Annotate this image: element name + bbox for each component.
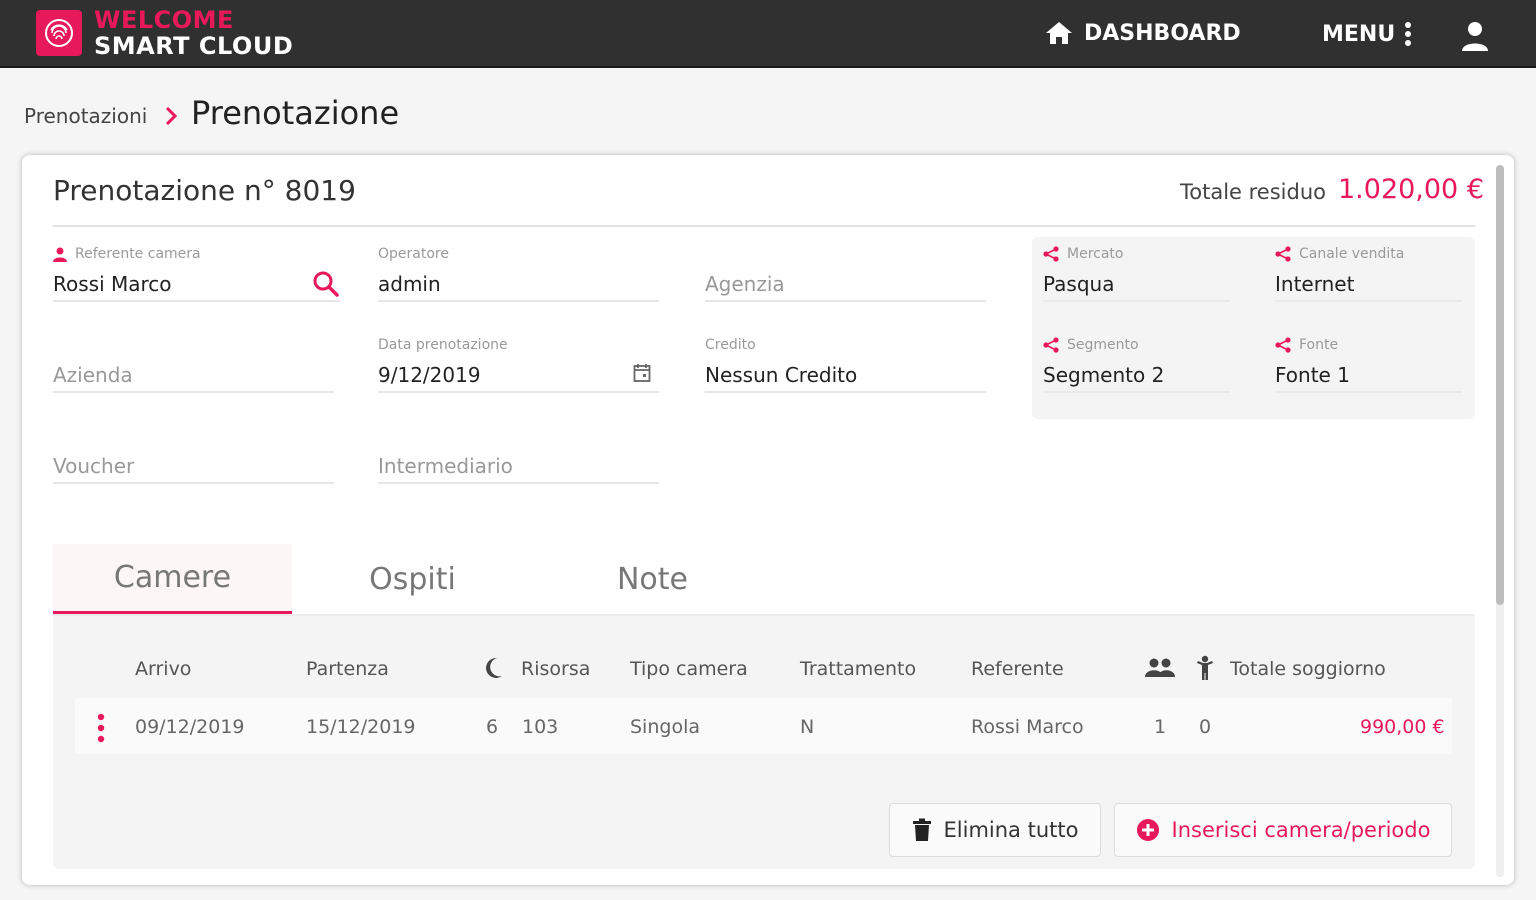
insert-room-period-label: Inserisci camera/periodo bbox=[1171, 818, 1431, 842]
voucher-placeholder: Voucher bbox=[53, 454, 135, 478]
cell-bambini: 0 bbox=[1199, 716, 1212, 738]
azienda-placeholder: Azienda bbox=[53, 363, 133, 387]
breadcrumb-parent-link[interactable]: Prenotazioni bbox=[24, 104, 147, 128]
total-remaining-label: Totale residuo bbox=[1180, 180, 1326, 204]
referente-camera-field[interactable]: Referente camera Rossi Marco bbox=[53, 240, 340, 302]
share-icon bbox=[1043, 337, 1059, 353]
user-account-icon[interactable] bbox=[1460, 20, 1490, 56]
data-prenotazione-value[interactable]: 9/12/2019 bbox=[378, 363, 481, 387]
tab-ospiti[interactable]: Ospiti bbox=[293, 544, 532, 614]
dashboard-label: DASHBOARD bbox=[1084, 20, 1241, 46]
fonte-value[interactable]: Fonte 1 bbox=[1275, 363, 1350, 387]
referente-camera-label: Referente camera bbox=[75, 246, 201, 262]
person-icon bbox=[53, 247, 67, 262]
top-bar: WELCOME SMART CLOUD DASHBOARD MENU bbox=[0, 0, 1536, 68]
share-icon bbox=[1275, 337, 1291, 353]
cell-partenza: 15/12/2019 bbox=[306, 716, 416, 738]
home-icon bbox=[1046, 22, 1072, 44]
share-icon bbox=[1275, 246, 1291, 262]
operatore-field[interactable]: Operatore admin bbox=[378, 240, 659, 302]
segmento-field[interactable]: Segmento Segmento 2 bbox=[1043, 331, 1230, 393]
credito-value[interactable]: Nessun Credito bbox=[705, 363, 857, 387]
dashboard-link[interactable]: DASHBOARD bbox=[1044, 20, 1241, 46]
table-row[interactable] bbox=[75, 698, 1452, 754]
agenzia-field[interactable]: Agenzia bbox=[705, 240, 986, 302]
canale-vendita-label: Canale vendita bbox=[1299, 246, 1405, 262]
tab-note[interactable]: Note bbox=[533, 544, 772, 614]
tab-camere[interactable]: Camere bbox=[53, 544, 292, 614]
child-icon bbox=[1197, 655, 1213, 680]
cell-trattamento: N bbox=[800, 716, 815, 738]
cell-referente: Rossi Marco bbox=[971, 716, 1084, 738]
column-header-referente[interactable]: Referente bbox=[971, 658, 1064, 680]
mercato-label: Mercato bbox=[1067, 246, 1124, 262]
chevron-right-icon bbox=[165, 106, 178, 126]
reservation-title: Prenotazione n° 8019 bbox=[53, 174, 356, 207]
calendar-icon[interactable] bbox=[633, 363, 651, 383]
canale-vendita-field[interactable]: Canale vendita Internet bbox=[1275, 240, 1462, 302]
adults-icon bbox=[1145, 658, 1175, 677]
cell-risorsa: 103 bbox=[522, 716, 559, 738]
row-actions-kebab-icon[interactable] bbox=[94, 713, 108, 743]
delete-all-label: Elimina tutto bbox=[943, 818, 1079, 842]
menu-label: MENU bbox=[1322, 21, 1396, 47]
delete-all-button[interactable]: Elimina tutto bbox=[889, 803, 1101, 857]
fonte-label: Fonte bbox=[1299, 337, 1339, 353]
segmento-label: Segmento bbox=[1067, 337, 1139, 353]
column-header-partenza[interactable]: Partenza bbox=[306, 658, 389, 680]
add-circle-icon bbox=[1136, 819, 1159, 841]
referente-camera-value[interactable]: Rossi Marco bbox=[53, 272, 172, 296]
card-scrollbar[interactable] bbox=[1496, 165, 1504, 877]
cell-adulti: 1 bbox=[1154, 716, 1167, 738]
header-divider bbox=[53, 225, 1475, 227]
mercato-value[interactable]: Pasqua bbox=[1043, 272, 1114, 296]
segmento-value[interactable]: Segmento 2 bbox=[1043, 363, 1164, 387]
operatore-value[interactable]: admin bbox=[378, 272, 441, 296]
insert-room-period-button[interactable]: Inserisci camera/periodo bbox=[1114, 803, 1452, 857]
fonte-field[interactable]: Fonte Fonte 1 bbox=[1275, 331, 1462, 393]
brand-name-line1: WELCOME bbox=[94, 6, 234, 34]
credito-label: Credito bbox=[705, 337, 756, 353]
kebab-menu-icon bbox=[1405, 22, 1412, 46]
column-header-totale-soggiorno[interactable]: Totale soggiorno bbox=[1230, 658, 1386, 680]
menu-button[interactable]: MENU bbox=[1322, 20, 1413, 48]
scrollbar-thumb[interactable] bbox=[1496, 165, 1504, 605]
intermediario-placeholder: Intermediario bbox=[378, 454, 513, 478]
cell-totale-soggiorno: 990,00 € bbox=[1360, 716, 1445, 738]
data-prenotazione-label: Data prenotazione bbox=[378, 337, 508, 353]
operatore-label: Operatore bbox=[378, 246, 449, 262]
agenzia-placeholder: Agenzia bbox=[705, 272, 785, 296]
voucher-field[interactable]: Voucher bbox=[53, 422, 334, 484]
trash-icon bbox=[912, 818, 931, 841]
total-remaining-value: 1.020,00 € bbox=[1338, 174, 1484, 205]
cell-arrivo: 09/12/2019 bbox=[135, 716, 245, 738]
credito-field[interactable]: Credito Nessun Credito bbox=[705, 331, 986, 393]
azienda-field[interactable]: Azienda bbox=[53, 331, 334, 393]
page-title: Prenotazione bbox=[191, 94, 400, 132]
cell-notti: 6 bbox=[486, 716, 499, 738]
share-icon bbox=[1043, 246, 1059, 262]
search-icon[interactable] bbox=[312, 270, 340, 298]
column-header-trattamento[interactable]: Trattamento bbox=[800, 658, 916, 680]
mercato-field[interactable]: Mercato Pasqua bbox=[1043, 240, 1230, 302]
canale-vendita-value[interactable]: Internet bbox=[1275, 272, 1354, 296]
data-prenotazione-field[interactable]: Data prenotazione 9/12/2019 bbox=[378, 331, 659, 393]
column-header-tipo-camera[interactable]: Tipo camera bbox=[630, 658, 748, 680]
brand-logo-icon[interactable] bbox=[36, 10, 82, 56]
column-header-risorsa[interactable]: Risorsa bbox=[521, 658, 590, 680]
cell-tipo-camera: Singola bbox=[630, 716, 700, 738]
moon-icon bbox=[486, 657, 502, 678]
brand-name-line2: SMART CLOUD bbox=[94, 32, 294, 60]
column-header-arrivo[interactable]: Arrivo bbox=[135, 658, 191, 680]
intermediario-field[interactable]: Intermediario bbox=[378, 422, 659, 484]
